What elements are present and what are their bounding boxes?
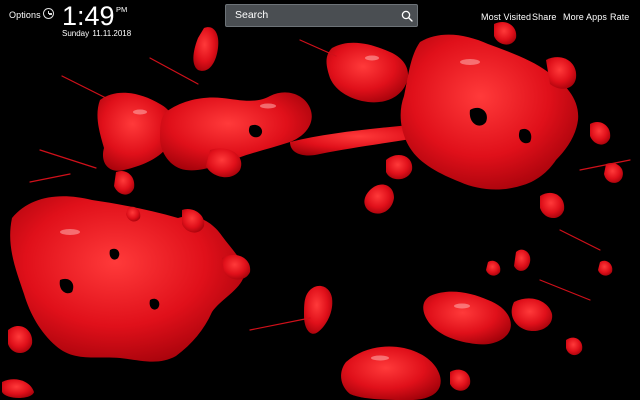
search-icon[interactable]	[401, 10, 413, 22]
clock-icon[interactable]	[43, 8, 54, 19]
red-paint-splash-wallpaper	[0, 0, 640, 400]
clock-ampm: PM	[116, 5, 128, 14]
options-link[interactable]: Options	[9, 10, 41, 20]
search-input[interactable]: Search	[225, 4, 418, 27]
rate-link[interactable]: Rate	[610, 12, 629, 22]
search-placeholder: Search	[235, 9, 269, 21]
new-tab-page: Options 1:49 PM Sunday 11.11.2018 Search…	[0, 0, 640, 400]
share-link[interactable]: Share	[532, 12, 557, 22]
more-apps-link[interactable]: More Apps	[563, 12, 607, 22]
clock-date: Sunday 11.11.2018	[62, 29, 132, 38]
most-visited-link[interactable]: Most Visited	[481, 12, 531, 22]
clock-time: 1:49	[62, 1, 115, 31]
